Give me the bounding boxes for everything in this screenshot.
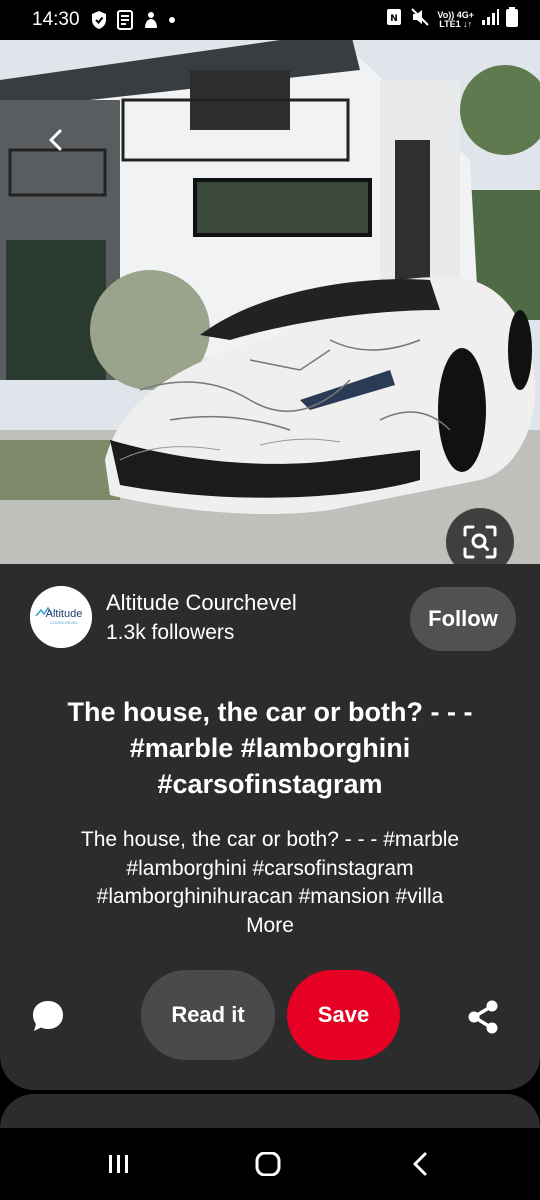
more-link[interactable]: More <box>40 912 500 941</box>
dot-icon <box>168 16 176 24</box>
home-icon <box>255 1151 281 1177</box>
comment-button[interactable] <box>26 994 70 1038</box>
profile-name[interactable]: Altitude Courchevel <box>106 590 297 616</box>
back-button[interactable] <box>34 118 78 162</box>
recent-apps-button[interactable] <box>106 1152 132 1181</box>
network-bottom-label: LTE1 ↓↑ <box>439 19 473 29</box>
sim-toolkit-icon <box>116 10 134 30</box>
share-icon <box>468 1000 498 1034</box>
chevron-left-icon <box>49 129 62 151</box>
pin-description-text: The house, the car or both? - - - #marbl… <box>80 828 460 908</box>
pin-title: The house, the car or both? - - - #marbl… <box>67 697 473 799</box>
home-button[interactable] <box>255 1151 281 1181</box>
status-bar: 14:30 N Vo)) 4G+ LTE1 ↓↑ <box>0 0 540 40</box>
signal-icon <box>481 9 499 31</box>
recents-icon <box>109 1155 128 1173</box>
pin-image-illustration <box>0 40 540 564</box>
save-button[interactable]: Save <box>287 970 400 1060</box>
follow-button[interactable]: Follow <box>410 587 516 651</box>
notification-icon <box>142 10 160 30</box>
shield-icon <box>90 10 108 30</box>
share-button[interactable] <box>460 994 506 1040</box>
clock: 14:30 <box>32 9 80 30</box>
logo-subtext: COURCHEVEL <box>50 620 79 625</box>
comment-icon <box>33 1001 63 1031</box>
mute-icon <box>410 7 430 33</box>
pin-description: The house, the car or both? - - - #marbl… <box>40 826 500 940</box>
battery-icon <box>506 7 518 33</box>
altitude-courchevel-logo: Altitude COURCHEVEL <box>30 586 92 648</box>
follower-count: 1.3k followers <box>106 621 235 644</box>
nfc-icon: N <box>385 7 403 33</box>
logo-text: Altitude <box>46 608 83 620</box>
lens-search-icon <box>463 525 497 559</box>
avatar[interactable]: Altitude COURCHEVEL <box>30 586 92 648</box>
system-back-button[interactable] <box>408 1152 434 1181</box>
svg-text:N: N <box>391 14 399 24</box>
system-navigation-bar <box>0 1128 540 1200</box>
pin-image[interactable] <box>0 40 540 564</box>
back-chevron-icon <box>413 1152 427 1176</box>
pin-details-card: Altitude COURCHEVEL Altitude Courchevel … <box>0 564 540 1090</box>
read-it-button[interactable]: Read it <box>141 970 275 1060</box>
network-indicator: Vo)) 4G+ LTE1 ↓↑ <box>437 11 474 29</box>
